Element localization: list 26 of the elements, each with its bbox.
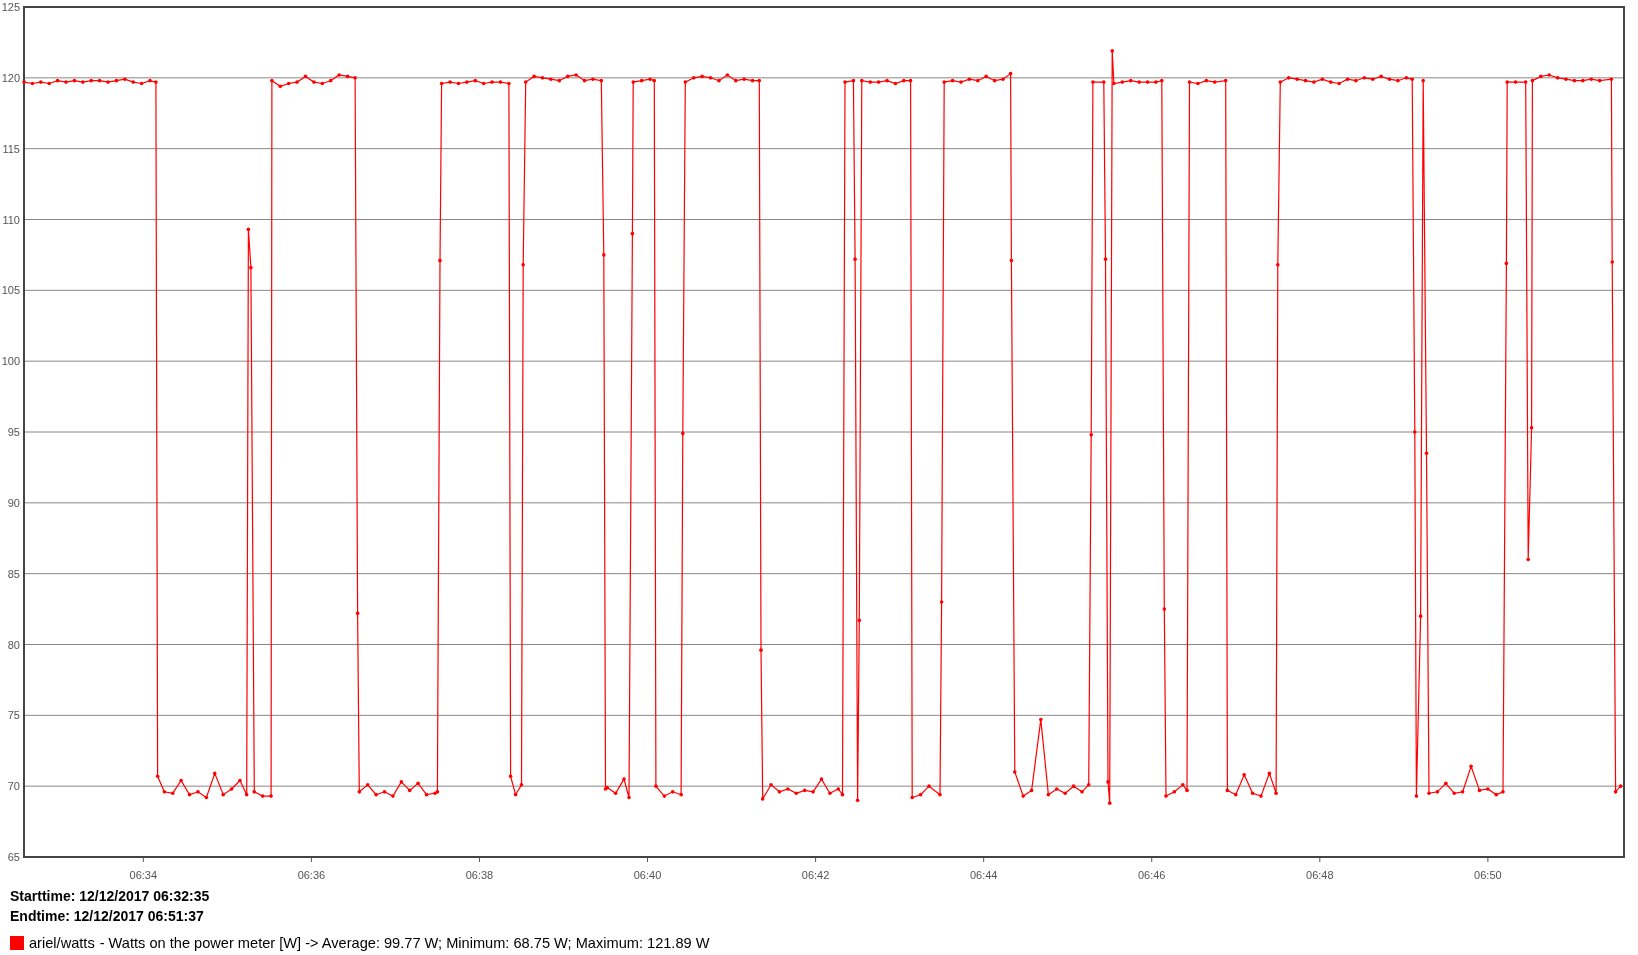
legend-label: - Watts on the power meter [W] -> Average: 99.77 W; Minimum: 68.75 W; Maximum: 121.89 W	[99, 935, 710, 951]
y-tick-label: 75	[7, 709, 20, 722]
x-tick-label: 06:46	[1137, 869, 1166, 881]
y-tick-label: 120	[1, 71, 20, 84]
y-tick-label: 115	[2, 142, 20, 155]
x-tick-label: 06:38	[465, 869, 494, 881]
y-tick-label: 95	[7, 426, 20, 438]
y-tick-label: 80	[7, 638, 20, 651]
end-time: Endtime: 12/12/2017 06:51:37	[10, 907, 205, 926]
x-tick-label: 06:44	[969, 869, 998, 881]
y-tick-label: 85	[7, 567, 20, 580]
series-name: ariel/watts	[29, 935, 95, 951]
y-tick-label: 65	[7, 851, 20, 863]
start-time: Starttime: 12/12/2017 06:32:35	[10, 887, 211, 906]
x-tick-label: 06:34	[129, 869, 158, 881]
x-tick-label: 06:42	[801, 869, 830, 881]
x-tick-label: 06:36	[297, 869, 326, 881]
y-tick-label: 90	[7, 496, 20, 509]
x-tick-label: 06:40	[633, 869, 662, 881]
x-tick-label: 06:50	[1474, 869, 1502, 881]
x-tick-label: 06:48	[1306, 869, 1334, 881]
y-tick-label: 100	[1, 355, 20, 368]
y-tick-label: 105	[1, 284, 20, 297]
y-tick-label: 70	[7, 780, 20, 793]
y-tick-label: 125	[1, 1, 20, 13]
y-tick-label: 110	[2, 213, 20, 226]
